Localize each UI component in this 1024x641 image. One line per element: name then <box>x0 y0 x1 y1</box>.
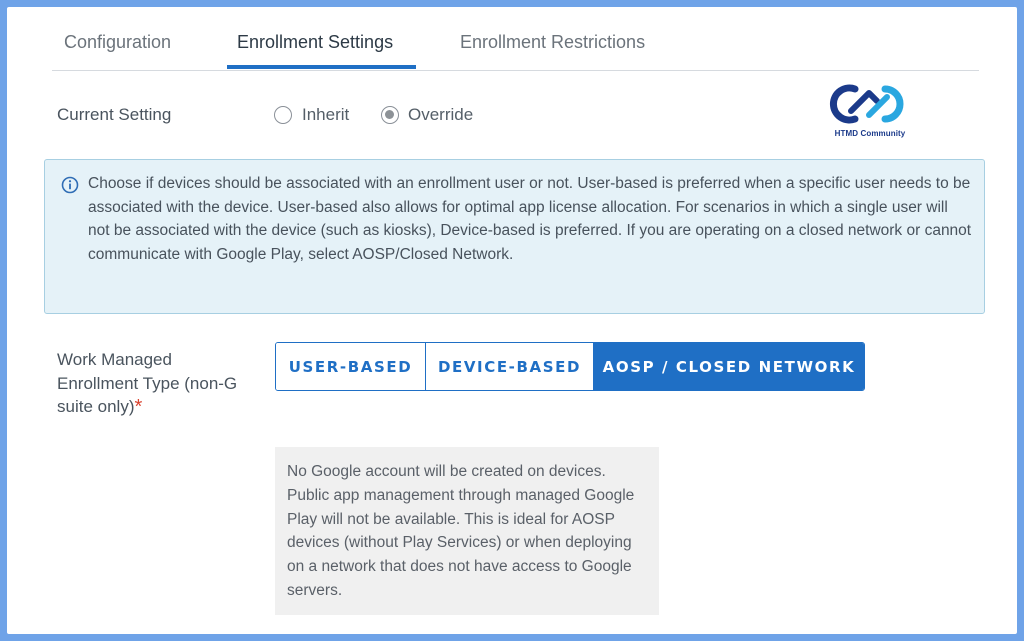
enrollment-type-selector: USER-BASED DEVICE-BASED AOSP / CLOSED NE… <box>275 342 865 391</box>
htmd-logo-icon <box>830 84 904 124</box>
enrollment-type-description: No Google account will be created on dev… <box>275 447 659 615</box>
current-setting-label: Current Setting <box>57 105 172 124</box>
device-based-button[interactable]: DEVICE-BASED <box>425 343 593 390</box>
enrollment-type-label: Work Managed Enrollment Type (non-G suit… <box>57 348 252 419</box>
inherit-radio-label[interactable]: Inherit <box>302 105 349 125</box>
tab-enrollment-restrictions[interactable]: Enrollment Restrictions <box>460 32 645 53</box>
htmd-community-logo: HTMD Community <box>829 81 911 143</box>
info-callout: Choose if devices should be associated w… <box>44 159 985 314</box>
enrollment-type-label-text: Work Managed Enrollment Type (non-G suit… <box>57 350 238 416</box>
tab-configuration[interactable]: Configuration <box>64 32 171 53</box>
tab-enrollment-settings[interactable]: Enrollment Settings <box>237 32 393 53</box>
aosp-closed-network-button[interactable]: AOSP / CLOSED NETWORK <box>593 343 864 390</box>
info-icon <box>61 176 79 194</box>
override-radio-label[interactable]: Override <box>408 105 473 125</box>
logo-text: HTMD Community <box>834 129 906 138</box>
enrollment-settings-panel: Configuration Enrollment Settings Enroll… <box>7 7 1017 634</box>
active-tab-indicator <box>227 65 416 69</box>
inherit-radio[interactable] <box>274 106 292 124</box>
override-radio[interactable] <box>381 106 399 124</box>
info-text: Choose if devices should be associated w… <box>88 175 972 263</box>
user-based-button[interactable]: USER-BASED <box>276 343 425 390</box>
required-indicator: * <box>134 396 143 418</box>
tab-bar: Configuration Enrollment Settings Enroll… <box>52 7 979 71</box>
